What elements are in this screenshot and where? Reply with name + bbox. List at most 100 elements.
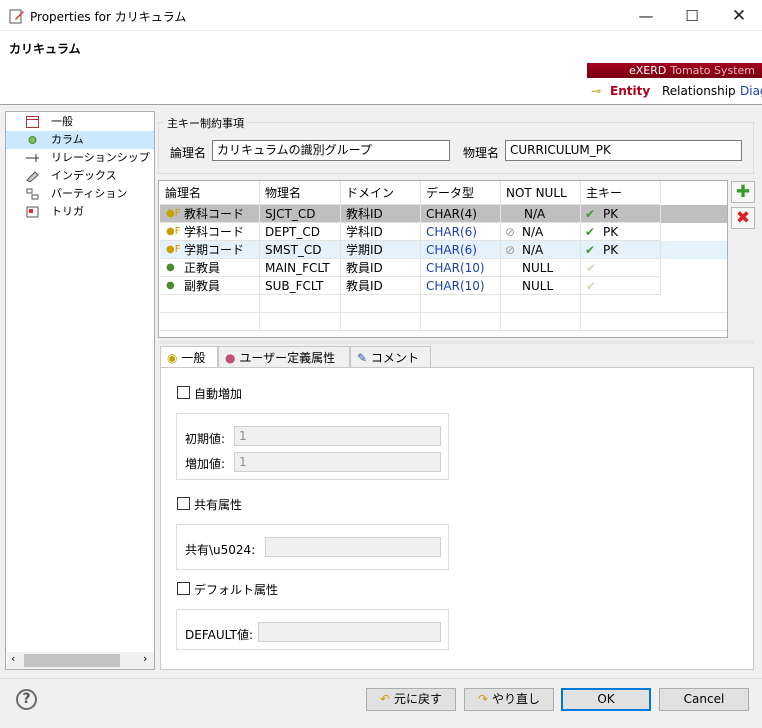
shared-attribute-label: 共有属性 bbox=[194, 498, 243, 512]
table-row[interactable]: ● 正教員 MAIN_FCLT 教員ID CHAR(10) NULL ✔ bbox=[160, 259, 727, 277]
tree-item-triggers[interactable]: トリガ bbox=[6, 203, 154, 221]
scroll-left-icon[interactable]: ‹ bbox=[11, 652, 15, 665]
cell-pk: ✔ bbox=[581, 277, 661, 295]
tab-general[interactable]: ◉ 一般 bbox=[160, 346, 218, 369]
cell-physical: DEPT_CD bbox=[260, 223, 341, 241]
category-tree[interactable]: 一般 カラム リレーションシップ インデックス パーティション トリガ ‹ › bbox=[5, 111, 155, 670]
column-icon: ● bbox=[166, 280, 175, 291]
scroll-right-icon[interactable]: › bbox=[143, 652, 147, 665]
header-type[interactable]: データ型 bbox=[421, 181, 501, 205]
brand-tab-entity[interactable]: Entity bbox=[610, 79, 650, 104]
cell-notnull: ⊘ N/A bbox=[501, 241, 581, 259]
cell-physical: SUB_FCLT bbox=[260, 277, 341, 295]
add-column-button[interactable]: ✚ bbox=[731, 181, 755, 203]
detail-tabs: ◉ 一般 ● ユーザー定義属性 ✎ コメント bbox=[160, 346, 754, 369]
close-button[interactable]: ✕ bbox=[716, 0, 762, 31]
cell-type: CHAR(4) bbox=[421, 205, 501, 223]
logical-name-field[interactable]: カリキュラムの識別グループ bbox=[212, 140, 450, 161]
tree-horizontal-scrollbar[interactable]: ‹ › bbox=[7, 652, 154, 669]
tree-item-relationships[interactable]: リレーションシップ bbox=[6, 149, 154, 167]
cell-type: CHAR(6) bbox=[421, 223, 501, 241]
default-value-field[interactable] bbox=[258, 622, 441, 642]
checkmark-icon: ✔ bbox=[585, 243, 596, 257]
tree-item-general[interactable]: 一般 bbox=[6, 113, 154, 131]
shared-value-field[interactable] bbox=[265, 537, 441, 557]
maximize-button[interactable]: ☐ bbox=[669, 0, 715, 31]
cell-type: CHAR(10) bbox=[421, 277, 501, 295]
brand-name: eXERD bbox=[629, 64, 667, 77]
cell-notnull: ⊘ N/A bbox=[501, 223, 581, 241]
cell-domain: 学期ID bbox=[341, 241, 421, 259]
increment-value-field[interactable]: 1 bbox=[234, 452, 441, 472]
column-grid[interactable]: 論理名 物理名 ドメイン データ型 NOT NULL 主キー ●F 教科コード S… bbox=[158, 180, 728, 338]
default-attribute-checkbox[interactable] bbox=[177, 582, 190, 595]
auto-increment-checkbox[interactable] bbox=[177, 386, 190, 399]
header-logical[interactable]: 論理名 bbox=[160, 181, 260, 205]
attribute-icon: ● bbox=[225, 351, 236, 365]
scrollbar-thumb[interactable] bbox=[24, 654, 120, 667]
unchecked-icon: ✔ bbox=[586, 261, 597, 275]
tree-item-label: パーティション bbox=[51, 187, 128, 200]
header-physical[interactable]: 物理名 bbox=[260, 181, 341, 205]
pk-fk-column-icon: ●F bbox=[166, 226, 181, 237]
delete-column-button[interactable]: ✖ bbox=[731, 207, 755, 229]
table-row[interactable]: ●F 学科コード DEPT_CD 学科ID CHAR(6) ⊘ N/A ✔ PK bbox=[160, 223, 727, 241]
shared-value-label: 共有\u5024: bbox=[185, 543, 256, 557]
table-row[interactable]: ●F 教科コード SJCT_CD 教科ID CHAR(4) N/A ✔ PK bbox=[160, 205, 727, 223]
partition-icon bbox=[26, 188, 39, 200]
tab-user-attributes[interactable]: ● ユーザー定義属性 bbox=[218, 346, 350, 368]
entity-name: カリキュラム bbox=[9, 42, 81, 56]
tree-item-label: 一般 bbox=[51, 115, 73, 128]
index-icon bbox=[26, 171, 39, 182]
pk-fk-column-icon: ●F bbox=[166, 208, 181, 219]
tree-item-columns[interactable]: カラム bbox=[6, 131, 154, 149]
key-icon: ⊸ bbox=[591, 84, 602, 98]
grid-header: 論理名 物理名 ドメイン データ型 NOT NULL 主キー bbox=[160, 181, 727, 205]
cell-logical: ● 正教員 bbox=[160, 259, 260, 277]
header-separator bbox=[0, 104, 762, 105]
trigger-icon bbox=[26, 206, 39, 218]
increment-value-label: 増加値: bbox=[185, 457, 226, 471]
header-domain[interactable]: ドメイン bbox=[341, 181, 421, 205]
cell-logical: ●F 学科コード bbox=[160, 223, 260, 241]
tree-item-partitions[interactable]: パーティション bbox=[6, 185, 154, 203]
tab-comment[interactable]: ✎ コメント bbox=[350, 346, 431, 368]
cell-logical: ● 副教員 bbox=[160, 277, 260, 295]
tree-item-indexes[interactable]: インデックス bbox=[6, 167, 154, 185]
cell-notnull: NULL bbox=[501, 277, 581, 295]
cell-domain: 学科ID bbox=[341, 223, 421, 241]
ok-button[interactable]: OK bbox=[561, 688, 651, 711]
brand-tab-relationship[interactable]: Relationship bbox=[662, 79, 736, 104]
split-sash[interactable] bbox=[158, 340, 754, 344]
shared-attribute-checkbox[interactable] bbox=[177, 497, 190, 510]
header-pk[interactable]: 主キー bbox=[581, 181, 661, 205]
cell-pk: ✔ bbox=[581, 259, 661, 277]
tree-item-label: カラム bbox=[51, 133, 84, 146]
cell-physical: SJCT_CD bbox=[260, 205, 341, 223]
cell-pk: ✔ PK bbox=[581, 205, 661, 223]
cancel-button[interactable]: Cancel bbox=[659, 688, 749, 711]
cell-domain: 教科ID bbox=[341, 205, 421, 223]
table-icon bbox=[26, 116, 39, 128]
cell-notnull: NULL bbox=[501, 259, 581, 277]
table-row[interactable]: ● 副教員 SUB_FCLT 教員ID CHAR(10) NULL ✔ bbox=[160, 277, 727, 295]
brand-tab-diagram[interactable]: Diag bbox=[740, 79, 762, 104]
minimize-button[interactable]: — bbox=[623, 0, 669, 31]
pk-fk-column-icon: ●F bbox=[166, 244, 181, 255]
header-notnull[interactable]: NOT NULL bbox=[501, 181, 581, 205]
logical-name-label: 論理名 bbox=[170, 146, 207, 160]
help-icon[interactable]: ? bbox=[16, 689, 37, 710]
properties-icon bbox=[9, 9, 24, 24]
empty-row bbox=[160, 295, 727, 313]
table-row[interactable]: ●F 学期コード SMST_CD 学期ID CHAR(6) ⊘ N/A ✔ PK bbox=[160, 241, 727, 259]
redo-button[interactable]: ↷ やり直し bbox=[464, 688, 554, 711]
default-attribute-label: デフォルト属性 bbox=[194, 583, 279, 597]
brand-suffix: Tomato System bbox=[670, 64, 755, 77]
undo-button[interactable]: ↶ 元に戻す bbox=[366, 688, 456, 711]
initial-value-field[interactable]: 1 bbox=[234, 426, 441, 446]
tree-item-label: リレーションシップ bbox=[51, 151, 150, 164]
redo-icon: ↷ bbox=[478, 692, 489, 706]
physical-name-field[interactable]: CURRICULUM_PK bbox=[505, 140, 742, 161]
general-icon: ◉ bbox=[167, 351, 178, 365]
cell-physical: SMST_CD bbox=[260, 241, 341, 259]
